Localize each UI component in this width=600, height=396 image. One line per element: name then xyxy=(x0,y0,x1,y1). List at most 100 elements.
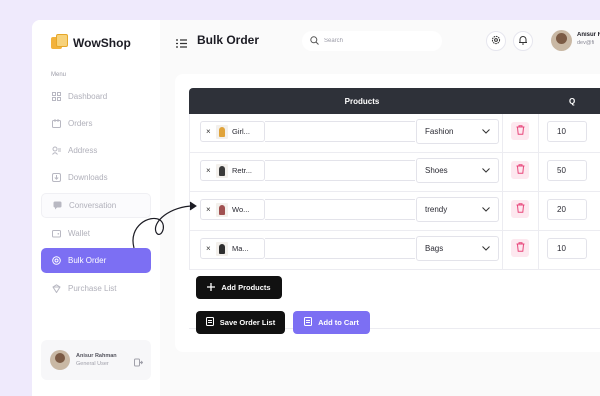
quantity-input[interactable]: 20 xyxy=(547,199,587,220)
remove-product-icon[interactable]: × xyxy=(206,127,212,136)
product-thumbnail xyxy=(216,241,228,256)
sidebar-item-purchase-list[interactable]: Purchase List xyxy=(41,276,151,301)
add-products-button[interactable]: Add Products xyxy=(196,276,282,299)
search-input[interactable] xyxy=(324,38,434,44)
purchase-list-icon xyxy=(51,284,61,294)
dashboard-icon xyxy=(51,92,61,102)
add-to-cart-label: Add to Cart xyxy=(318,318,359,327)
search-icon xyxy=(310,32,319,50)
category-select[interactable]: Shoes xyxy=(416,158,499,183)
profile-role: General User xyxy=(76,361,109,367)
conversation-icon xyxy=(52,201,62,211)
cell-divider xyxy=(502,114,503,152)
table-row: × Wo... trendy 20 xyxy=(189,192,600,231)
sidebar-item-label: Address xyxy=(68,146,98,155)
save-order-list-button[interactable]: Save Order List xyxy=(196,311,285,334)
delete-row-button[interactable] xyxy=(511,239,529,257)
sidebar-item-downloads[interactable]: Downloads xyxy=(41,165,151,190)
user-avatar[interactable] xyxy=(551,30,572,51)
product-field-extension xyxy=(265,160,415,181)
logo-text: WowShop xyxy=(73,35,131,50)
logo[interactable]: WowShop xyxy=(51,34,131,51)
sidebar-item-label: Orders xyxy=(68,119,93,128)
product-field[interactable]: × Ma... xyxy=(200,238,265,259)
product-name: Ma... xyxy=(232,244,249,253)
product-name: Retr... xyxy=(232,166,253,175)
sidebar-item-label: Downloads xyxy=(68,173,108,182)
bulk-order-icon xyxy=(51,256,61,266)
trash-icon xyxy=(516,239,525,257)
category-select[interactable]: Fashion xyxy=(416,119,499,144)
curved-arrow-icon xyxy=(132,201,197,249)
sidebar-profile[interactable]: Anisur Rahman General User xyxy=(41,340,151,380)
product-thumbnail xyxy=(216,202,228,217)
user-name: Anisur R xyxy=(577,32,600,38)
plus-icon xyxy=(207,282,216,293)
product-field-extension xyxy=(265,199,415,220)
delete-row-button[interactable] xyxy=(511,122,529,140)
cell-divider xyxy=(538,192,539,230)
table-row: × Retr... Shoes 50 xyxy=(189,153,600,192)
profile-name: Anisur Rahman xyxy=(76,353,117,359)
sidebar-item-dashboard[interactable]: Dashboard xyxy=(41,84,151,109)
sidebar-item-bulk-order[interactable]: Bulk Order xyxy=(41,248,151,273)
sidebar-item-address[interactable]: Address xyxy=(41,138,151,163)
product-field[interactable]: × Retr... xyxy=(200,160,265,181)
bulk-order-card: Products Q × Girl... Fashion 10 × Retr..… xyxy=(175,74,600,352)
category-select[interactable]: trendy xyxy=(416,197,499,222)
document-icon xyxy=(205,317,214,328)
bulk-order-table: Products Q × Girl... Fashion 10 × Retr..… xyxy=(189,88,600,270)
delete-row-button[interactable] xyxy=(511,161,529,179)
logout-icon[interactable] xyxy=(134,354,144,372)
quantity-input[interactable]: 10 xyxy=(547,121,587,142)
page-title: Bulk Order xyxy=(197,33,260,47)
category-value: Fashion xyxy=(425,127,454,136)
product-thumbnail xyxy=(216,124,228,139)
product-name: Girl... xyxy=(232,127,250,136)
product-field[interactable]: × Wo... xyxy=(200,199,265,220)
category-value: Bags xyxy=(425,244,444,253)
downloads-icon xyxy=(51,173,61,183)
sidebar-item-orders[interactable]: Orders xyxy=(41,111,151,136)
product-field[interactable]: × Girl... xyxy=(200,121,265,142)
wallet-icon xyxy=(51,229,61,239)
product-thumbnail-figure xyxy=(219,204,225,215)
menu-toggle-icon[interactable] xyxy=(176,35,187,53)
remove-product-icon[interactable]: × xyxy=(206,244,212,253)
quantity-value: 50 xyxy=(557,166,566,175)
logo-icon xyxy=(51,34,68,51)
header-products: Products xyxy=(344,97,380,106)
user-info[interactable]: Anisur R dev@fi xyxy=(577,32,600,46)
delete-row-button[interactable] xyxy=(511,200,529,218)
sidebar-item-label: Bulk Order xyxy=(68,256,107,265)
orders-icon xyxy=(51,119,61,129)
search-bar[interactable] xyxy=(302,31,442,51)
bell-icon xyxy=(518,32,528,50)
sidebar-item-label: Wallet xyxy=(68,229,90,238)
header-quantity: Q xyxy=(569,97,576,106)
remove-product-icon[interactable]: × xyxy=(206,205,212,214)
table-body: × Girl... Fashion 10 × Retr... Shoes 50 … xyxy=(189,114,600,270)
cell-divider xyxy=(538,114,539,152)
settings-button[interactable] xyxy=(486,31,506,51)
category-value: trendy xyxy=(425,205,448,214)
cell-divider xyxy=(502,153,503,191)
add-to-cart-button[interactable]: Add to Cart xyxy=(293,311,370,334)
cell-divider xyxy=(502,231,503,269)
quantity-input[interactable]: 10 xyxy=(547,238,587,259)
sidebar-item-label: Conversation xyxy=(69,201,117,210)
app-window: WowShop Menu Dashboard Orders Address Do… xyxy=(32,20,600,396)
notifications-button[interactable] xyxy=(513,31,533,51)
trash-icon xyxy=(516,200,525,218)
menu-caption: Menu xyxy=(51,72,67,78)
category-select[interactable]: Bags xyxy=(416,236,499,261)
remove-product-icon[interactable]: × xyxy=(206,166,212,175)
table-row: × Girl... Fashion 10 xyxy=(189,114,600,153)
quantity-input[interactable]: 50 xyxy=(547,160,587,181)
table-header: Products Q xyxy=(189,88,600,114)
address-icon xyxy=(51,146,61,156)
quantity-value: 20 xyxy=(557,205,566,214)
category-value: Shoes xyxy=(425,166,448,175)
product-thumbnail-figure xyxy=(219,126,225,137)
quantity-value: 10 xyxy=(557,244,566,253)
